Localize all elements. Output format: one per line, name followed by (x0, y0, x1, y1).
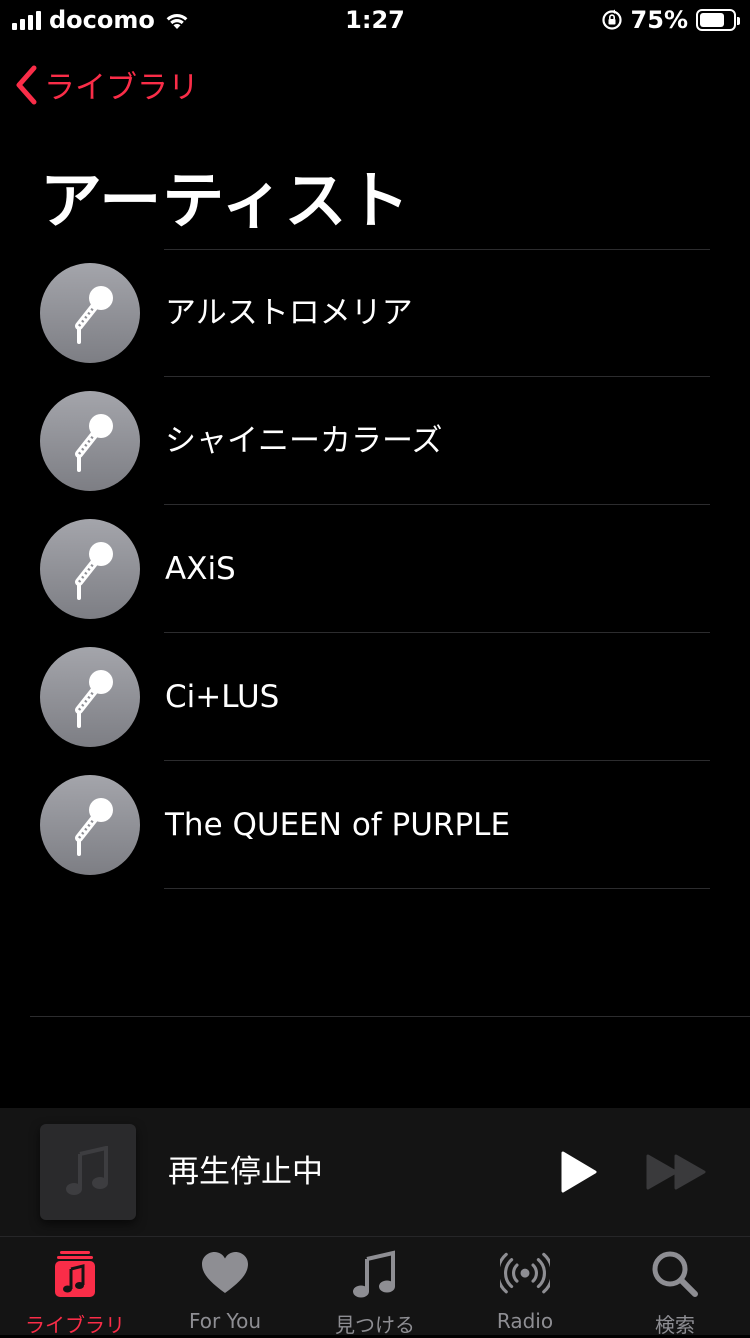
microphone-icon (75, 542, 113, 600)
artist-avatar (40, 519, 140, 619)
page-title: アーティスト (40, 164, 411, 237)
tab-bar: ライブラリ For You 見つける Radio 検索 (0, 1236, 750, 1337)
music-note-icon (66, 1146, 108, 1195)
orientation-lock-icon (601, 9, 622, 30)
play-icon[interactable] (555, 1150, 599, 1194)
artist-name: AXiS (165, 551, 236, 587)
artist-row[interactable]: アルストロメリア (0, 249, 750, 377)
battery-percent: 75% (630, 6, 688, 34)
artist-name: シャイニーカラーズ (165, 423, 443, 459)
row-divider (164, 888, 710, 889)
artist-row[interactable]: AXiS (0, 505, 750, 633)
back-button[interactable]: ライブラリ (14, 62, 199, 107)
artist-avatar (40, 647, 140, 747)
library-icon (55, 1251, 95, 1297)
artist-avatar (40, 775, 140, 875)
battery-icon (696, 9, 740, 31)
artist-row[interactable]: シャイニーカラーズ (0, 377, 750, 505)
heart-icon (202, 1252, 248, 1293)
tab-library[interactable]: ライブラリ (0, 1237, 150, 1337)
battery-level (700, 13, 724, 27)
microphone-icon (75, 670, 113, 728)
microphone-icon (75, 286, 113, 344)
microphone-icon (75, 414, 113, 472)
mini-player[interactable]: 再生停止中 (0, 1108, 750, 1236)
artist-avatar (40, 263, 140, 363)
music-note-icon (353, 1250, 395, 1298)
search-icon (652, 1251, 698, 1297)
tab-search[interactable]: 検索 (600, 1237, 750, 1337)
tab-label: Radio (496, 1309, 554, 1333)
artist-avatar (40, 391, 140, 491)
back-button-label: ライブラリ (44, 70, 199, 106)
list-bottom-separator (30, 1016, 750, 1017)
now-playing-artwork (40, 1124, 136, 1220)
tab-radio[interactable]: Radio (450, 1237, 600, 1335)
artist-name: Ci+LUS (165, 679, 280, 715)
now-playing-title: 再生停止中 (168, 1154, 323, 1190)
chevron-left-icon (16, 65, 37, 104)
status-right: 75% (601, 6, 740, 34)
fast-forward-icon[interactable] (644, 1152, 710, 1192)
artist-row[interactable]: Ci+LUS (0, 633, 750, 761)
artist-row[interactable]: The QUEEN of PURPLE (0, 761, 750, 889)
status-bar: docomo 1:27 75% (0, 0, 750, 40)
tab-browse[interactable]: 見つける (300, 1237, 450, 1337)
radio-broadcast-icon (500, 1252, 550, 1294)
tab-label: For You (188, 1309, 262, 1333)
microphone-icon (75, 798, 113, 856)
tab-for-you[interactable]: For You (150, 1237, 300, 1335)
artist-name: アルストロメリア (165, 295, 413, 331)
artist-list: アルストロメリア シャイニーカラーズ AXiS Ci+LUS The QUEEN… (0, 249, 750, 889)
artist-name: The QUEEN of PURPLE (165, 807, 511, 843)
